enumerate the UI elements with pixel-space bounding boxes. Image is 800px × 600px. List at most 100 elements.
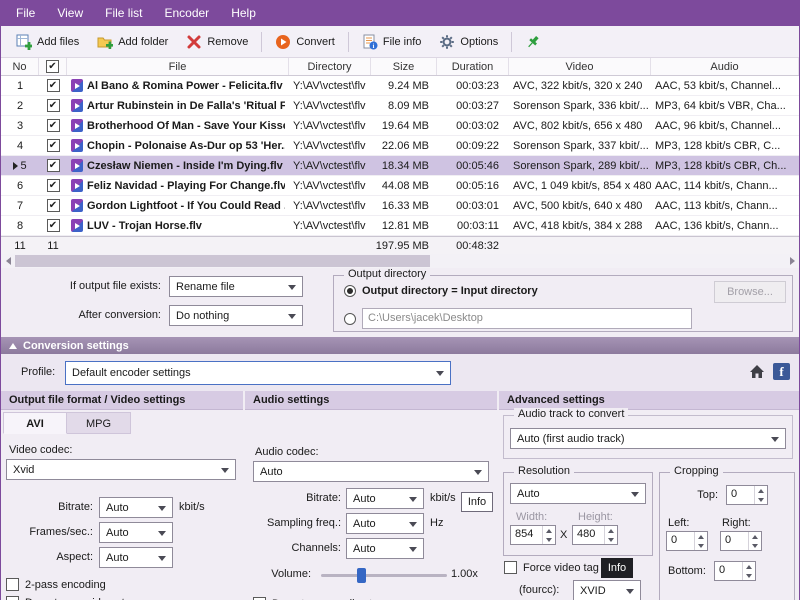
column-header-video[interactable]: Video: [509, 58, 651, 75]
audio-info-button[interactable]: Info: [461, 492, 493, 512]
menu-view[interactable]: View: [46, 0, 94, 26]
add-files-button[interactable]: Add files: [7, 29, 88, 55]
row-checkbox[interactable]: ✔: [46, 119, 60, 132]
crop-top-spinner[interactable]: 0: [726, 485, 768, 505]
file-name: LUV - Trojan Horse.flv: [87, 219, 202, 232]
file-name: Artur Rubinstein in De Falla's 'Ritual F…: [87, 99, 285, 112]
table-row[interactable]: 1 ✔ Al Bano & Romina Power - Felicita.fl…: [1, 76, 799, 96]
table-row[interactable]: 4 ✔ Chopin - Polonaise As-Dur op 53 'Her…: [1, 136, 799, 156]
radio-selected-icon[interactable]: [344, 285, 356, 297]
menu-help[interactable]: Help: [220, 0, 267, 26]
tab-mpg[interactable]: MPG: [67, 412, 131, 434]
options-button[interactable]: Options: [430, 29, 507, 55]
audio-track-dropdown[interactable]: Auto (first audio track): [510, 428, 786, 449]
crop-right-spinner[interactable]: 0: [720, 531, 762, 551]
column-header-size[interactable]: Size: [371, 58, 437, 75]
no-copy-video-checkbox[interactable]: [6, 596, 19, 600]
fps-dropdown[interactable]: Auto: [99, 522, 173, 543]
radio-unselected-icon[interactable]: [344, 312, 356, 325]
two-pass-checkbox-row[interactable]: 2-pass encoding: [6, 578, 106, 591]
file-directory: Y:\AV\vctest\flv: [293, 179, 366, 192]
toolbar-separator: [261, 31, 263, 52]
channels-dropdown[interactable]: Auto: [346, 538, 424, 559]
file-size: 12.81 MB: [381, 219, 429, 232]
options-gear-icon: [439, 34, 455, 50]
menu-encoder[interactable]: Encoder: [153, 0, 220, 26]
add-folder-button[interactable]: Add folder: [88, 29, 177, 55]
no-copy-video-checkbox-row[interactable]: Do not copy video stream: [6, 596, 150, 600]
crop-bottom-spinner[interactable]: 0: [714, 561, 756, 581]
menu-file-list[interactable]: File list: [94, 0, 153, 26]
width-spinner[interactable]: 854: [510, 525, 556, 545]
force-video-tag-checkbox[interactable]: [504, 561, 517, 574]
sampling-freq-dropdown[interactable]: Auto: [346, 513, 424, 534]
audio-bitrate-dropdown[interactable]: Auto: [346, 488, 424, 509]
video-codec-dropdown[interactable]: Xvid: [6, 459, 236, 480]
row-checkbox[interactable]: ✔: [46, 139, 60, 152]
video-bitrate-dropdown[interactable]: Auto: [99, 497, 173, 518]
height-spinner[interactable]: 480: [572, 525, 618, 545]
resolution-dropdown[interactable]: Auto: [510, 483, 646, 504]
table-row[interactable]: 8 ✔ LUV - Trojan Horse.flv Y:\AV\vctest\…: [1, 216, 799, 236]
column-header-no[interactable]: No: [1, 58, 39, 75]
table-row[interactable]: 6 ✔ Feliz Navidad - Playing For Change.f…: [1, 176, 799, 196]
pin-button[interactable]: [516, 29, 550, 55]
table-row[interactable]: 7 ✔ Gordon Lightfoot - If You Could Read…: [1, 196, 799, 216]
if-output-exists-dropdown[interactable]: Rename file: [169, 276, 303, 297]
conversion-settings-bar[interactable]: Conversion settings: [1, 337, 799, 354]
volume-label: Volume:: [271, 568, 311, 580]
row-checkbox[interactable]: ✔: [46, 99, 60, 112]
no-copy-video-label: Do not copy video stream: [25, 597, 150, 600]
file-duration: 00:03:23: [456, 79, 499, 92]
column-header-audio[interactable]: Audio: [651, 58, 799, 75]
column-header-duration[interactable]: Duration: [437, 58, 509, 75]
two-pass-checkbox[interactable]: [6, 578, 19, 591]
column-header-file[interactable]: File: [67, 58, 289, 75]
column-header-directory[interactable]: Directory: [289, 58, 371, 75]
select-all-checkbox[interactable]: ✔: [46, 60, 59, 73]
scroll-right-arrow[interactable]: [785, 254, 799, 268]
horizontal-scrollbar[interactable]: [1, 254, 799, 268]
fourcc-dropdown[interactable]: XVID: [573, 580, 641, 600]
file-duration: 00:05:46: [456, 159, 499, 172]
row-checkbox[interactable]: ✔: [46, 219, 60, 232]
crop-left-spinner[interactable]: 0: [666, 531, 708, 551]
file-directory: Y:\AV\vctest\flv: [293, 219, 366, 232]
after-conversion-dropdown[interactable]: Do nothing: [169, 305, 303, 326]
flv-file-icon: [71, 119, 83, 132]
scrollbar-thumb[interactable]: [15, 255, 430, 267]
crop-right-label: Right:: [722, 517, 751, 529]
convert-button[interactable]: Convert: [266, 29, 344, 55]
table-row[interactable]: 5 ✔ Czesław Niemen - Inside I'm Dying.fl…: [1, 156, 799, 176]
custom-output-dir-radio[interactable]: C:\Users\jacek\Desktop: [344, 308, 692, 329]
volume-slider[interactable]: [321, 568, 447, 583]
custom-output-path-field[interactable]: C:\Users\jacek\Desktop: [362, 308, 692, 329]
force-video-tag-checkbox-row[interactable]: Force video tag: [504, 561, 599, 574]
remove-button[interactable]: Remove: [177, 29, 257, 55]
row-checkbox[interactable]: ✔: [46, 179, 60, 192]
profile-dropdown[interactable]: Default encoder settings: [65, 361, 451, 385]
fourcc-info-button[interactable]: Info: [601, 558, 633, 578]
aspect-dropdown[interactable]: Auto: [99, 547, 173, 568]
file-info-icon: i: [362, 34, 378, 50]
table-row[interactable]: 3 ✔ Brotherhood Of Man - Save Your Kisse…: [1, 116, 799, 136]
audio-codec-dropdown[interactable]: Auto: [253, 461, 489, 482]
home-icon[interactable]: [749, 364, 765, 380]
volume-slider-thumb[interactable]: [357, 568, 366, 583]
file-name: Brotherhood Of Man - Save Your Kisse...: [87, 119, 285, 132]
file-audio-info: AAC, 136 kbit/s, Chann...: [655, 219, 779, 232]
file-info-label: File info: [382, 35, 422, 48]
row-checkbox[interactable]: ✔: [46, 159, 60, 172]
scroll-left-arrow[interactable]: [1, 254, 15, 268]
row-checkbox[interactable]: ✔: [46, 199, 60, 212]
facebook-icon[interactable]: f: [773, 363, 790, 380]
output-dir-equals-input-radio[interactable]: Output directory = Input directory: [344, 285, 538, 297]
summary-count: 11: [14, 239, 26, 252]
menu-file[interactable]: File: [5, 0, 46, 26]
row-checkbox[interactable]: ✔: [46, 79, 60, 92]
tab-avi[interactable]: AVI: [3, 412, 67, 434]
file-info-button[interactable]: i File info: [353, 29, 431, 55]
file-name: Chopin - Polonaise As-Dur op 53 'Her...: [87, 139, 285, 152]
table-row[interactable]: 2 ✔ Artur Rubinstein in De Falla's 'Ritu…: [1, 96, 799, 116]
browse-button[interactable]: Browse...: [714, 281, 786, 303]
